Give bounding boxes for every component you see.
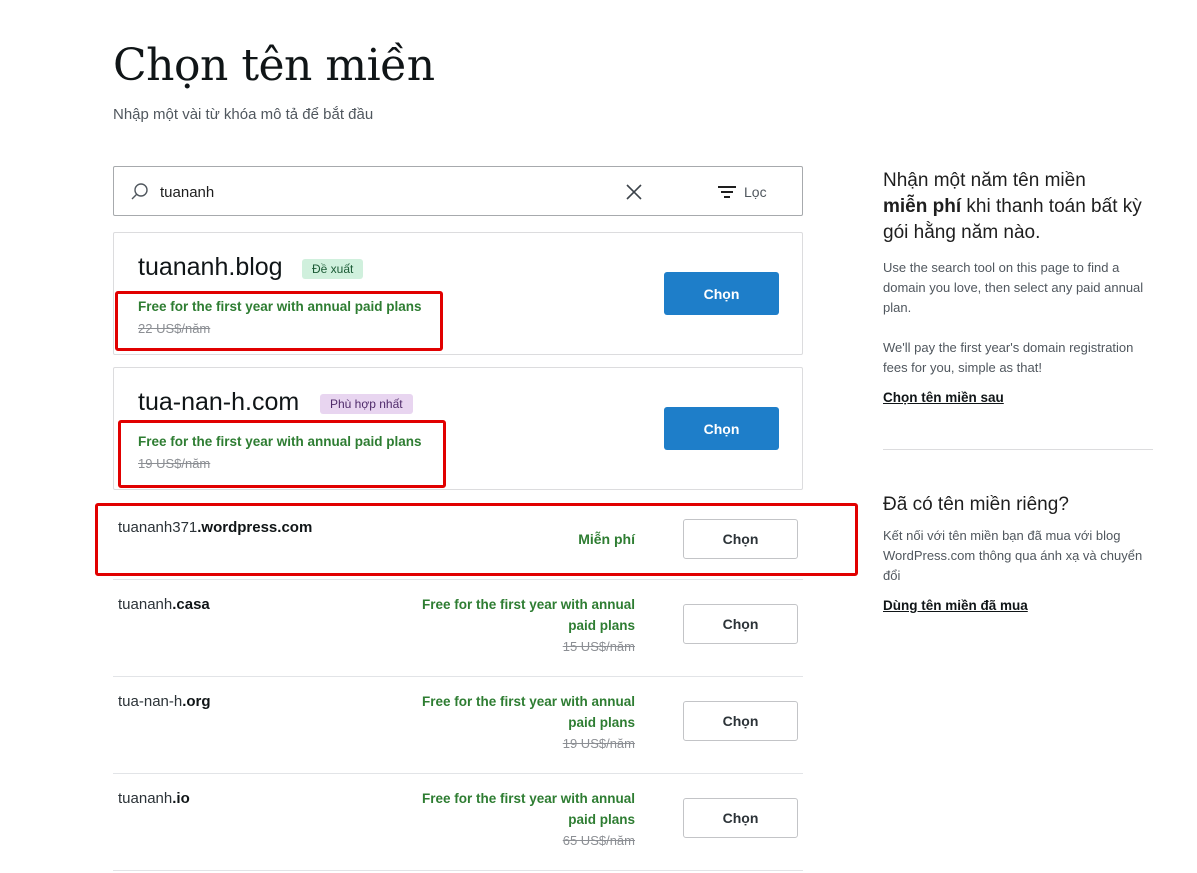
domain-prefix: tuananh (118, 596, 173, 613)
featured-domain-card: tuananh.blog Đề xuất Free for the first … (113, 232, 803, 355)
select-domain-button[interactable]: Chọn (683, 701, 798, 741)
filter-button[interactable]: Lọc (718, 181, 767, 203)
promo-text: Free for the first year with annual (421, 791, 635, 806)
domain-result-row: tuananh371.wordpress.com Miễn phí Chọn (113, 495, 803, 580)
domain-name: tua-nan-h.org (118, 693, 211, 710)
original-price: 15 US$/năm (562, 639, 635, 654)
clear-search-icon[interactable] (624, 182, 644, 202)
select-domain-button[interactable]: Chọn (664, 407, 779, 450)
promo-text: Free for the first year with annual (421, 694, 635, 709)
original-price: 65 US$/năm (562, 833, 635, 848)
offer-heading: Nhận một năm tên miền miễn phí khi thanh… (883, 168, 1153, 246)
original-price: 19 US$/năm (562, 736, 635, 751)
price-block: Free for the first year with annual paid… (375, 788, 635, 851)
page-subtitle: Nhập một vài từ khóa mô tả để bắt đầu (113, 106, 374, 123)
domain-result-row: tua-nan-h.org Free for the first year wi… (113, 677, 803, 774)
offer-heading-part: Nhận một năm tên miền (883, 170, 1086, 191)
price-block: Free for the first year with annual paid… (375, 594, 635, 657)
domain-result-row: tuananh.casa Free for the first year wit… (113, 580, 803, 677)
own-domain-description: Kết nối với tên miền bạn đã mua với blog… (883, 528, 1143, 583)
price-block: Free for the first year with annual paid… (375, 691, 635, 754)
sidebar-divider (883, 449, 1153, 450)
offer-description: Use the search tool on this page to find… (883, 260, 1144, 315)
original-price: 22 US$/năm (138, 321, 211, 336)
best-match-badge: Phù hợp nhất (320, 394, 413, 414)
choose-domain-later-link[interactable]: Chọn tên miền sau (883, 390, 1004, 405)
domain-tld: .io (172, 790, 190, 807)
featured-domain-name: tuananh.blog (138, 253, 283, 281)
domain-tld: .org (182, 693, 211, 710)
domain-prefix: tuananh (118, 790, 173, 807)
filter-icon (718, 186, 736, 198)
domain-prefix: tua-nan-h (118, 693, 183, 710)
search-input[interactable] (160, 181, 580, 203)
own-domain-heading: Đã có tên miền riêng? (883, 494, 1069, 515)
domain-tld: .casa (172, 596, 210, 613)
original-price: 19 US$/năm (138, 456, 211, 471)
free-price-label: Miễn phí (578, 531, 635, 547)
domain-prefix: tuananh371 (118, 519, 198, 536)
promo-text: Free for the first year with annual paid… (138, 299, 422, 314)
offer-heading-emphasis: miễn phí (883, 196, 962, 217)
promo-text: paid plans (568, 812, 635, 827)
featured-domain-card: tua-nan-h.com Phù hợp nhất Free for the … (113, 367, 803, 490)
own-domain-section: Đã có tên miền riêng? Kết nối với tên mi… (883, 492, 1153, 615)
domain-name: tuananh371.wordpress.com (118, 519, 312, 536)
select-domain-button[interactable]: Chọn (683, 798, 798, 838)
domain-name: tuananh.casa (118, 596, 210, 613)
promo-text: Free for the first year with annual (421, 597, 635, 612)
select-domain-button[interactable]: Chọn (683, 519, 798, 559)
search-icon (131, 183, 148, 200)
promo-text: paid plans (568, 715, 635, 730)
featured-domain-name: tua-nan-h.com (138, 388, 300, 416)
select-domain-button[interactable]: Chọn (683, 604, 798, 644)
filter-label: Lọc (744, 184, 767, 200)
page-title: Chọn tên miền (113, 40, 435, 91)
domain-name: tuananh.io (118, 790, 190, 807)
use-owned-domain-link[interactable]: Dùng tên miền đã mua (883, 598, 1028, 613)
promo-text: paid plans (568, 618, 635, 633)
domain-tld: .wordpress.com (197, 519, 313, 536)
domain-search-box: Lọc (113, 166, 803, 216)
recommended-badge: Đề xuất (302, 259, 364, 279)
domain-result-row: tuananh.io Free for the first year with … (113, 774, 803, 871)
promo-text: Free for the first year with annual paid… (138, 434, 422, 449)
free-domain-offer: Nhận một năm tên miền miễn phí khi thanh… (883, 168, 1153, 407)
offer-description: We'll pay the first year's domain regist… (883, 340, 1134, 375)
select-domain-button[interactable]: Chọn (664, 272, 779, 315)
